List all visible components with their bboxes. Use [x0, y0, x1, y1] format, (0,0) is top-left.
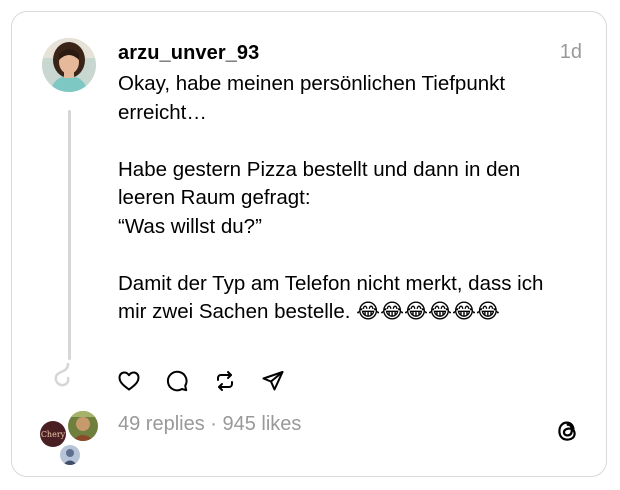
post-line: “Was willst du?”: [118, 214, 262, 238]
reply-button[interactable]: [164, 368, 190, 394]
post-line: Damit der Typ am Telefon nicht merkt, da…: [118, 271, 544, 295]
post-line: erreicht…: [118, 100, 207, 124]
reply-avatars[interactable]: Chery: [38, 409, 102, 467]
reply-avatar-label: Chery: [41, 430, 66, 439]
reply-avatar: [66, 409, 100, 443]
threads-logo-icon[interactable]: [554, 417, 582, 445]
thread-connector-line: [68, 110, 71, 360]
share-icon: [262, 371, 284, 391]
post-stats[interactable]: 49 replies · 945 likes: [118, 413, 301, 436]
repost-icon: [217, 371, 233, 391]
post-line: [118, 241, 598, 270]
post-line: mir zwei Sachen bestelle. 😂😂😂😂😂😂: [118, 300, 500, 323]
heart-icon: [118, 371, 140, 391]
like-button[interactable]: [116, 368, 142, 394]
share-button[interactable]: [260, 368, 286, 394]
comment-icon: [166, 370, 188, 392]
post-timestamp[interactable]: 1d: [560, 41, 582, 64]
author-avatar[interactable]: [42, 38, 96, 92]
reply-avatar: [58, 443, 82, 467]
post-actions: [116, 368, 308, 394]
post-line: Habe gestern Pizza bestellt und dann in …: [118, 157, 521, 181]
thread-connector-curl: [54, 362, 70, 387]
author-username[interactable]: arzu_unver_93: [118, 42, 259, 65]
threads-post-card: arzu_unver_93 1d Okay, habe meinen persö…: [11, 11, 607, 477]
post-line: [118, 127, 598, 156]
repost-button[interactable]: [212, 368, 238, 394]
post-body: Okay, habe meinen persönlichen Tiefpunkt…: [118, 70, 598, 327]
post-line: leeren Raum gefragt:: [118, 186, 311, 209]
post-line: Okay, habe meinen persönlichen Tiefpunkt: [118, 72, 506, 95]
